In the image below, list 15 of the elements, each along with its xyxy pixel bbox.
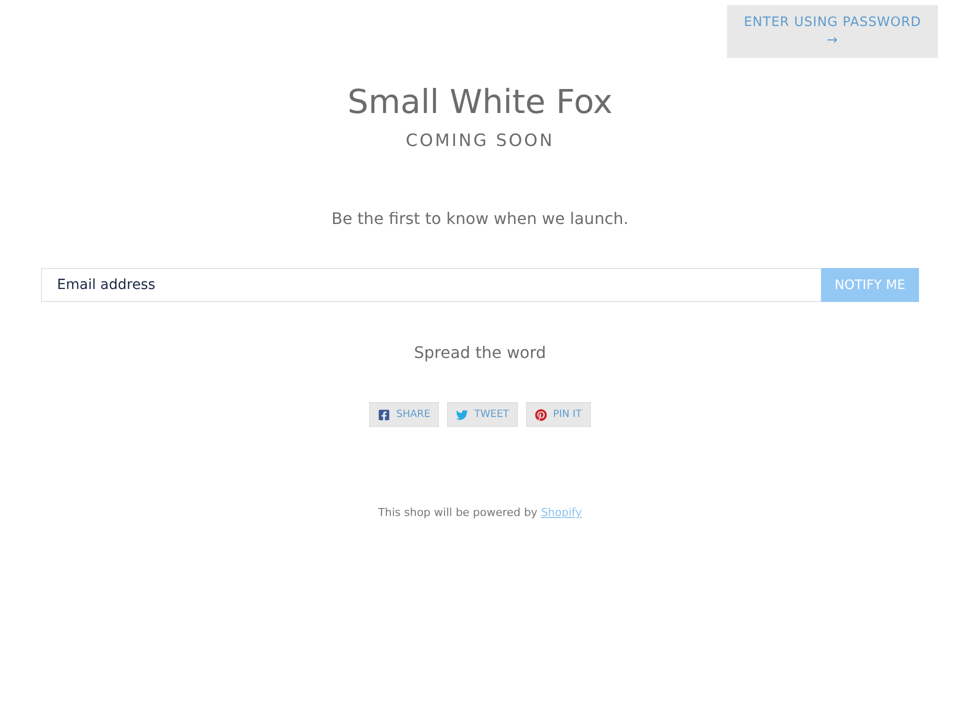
share-button[interactable]: PIN IT [526, 402, 591, 427]
password-button[interactable]: ENTER USING PASSWORD → [727, 5, 938, 58]
powered-by-text: This shop will be powered by Shopify [378, 506, 582, 519]
share-button[interactable]: TWEET [447, 402, 518, 427]
facebook-icon [378, 408, 390, 420]
coming-soon-subtitle: COMING SOON [406, 131, 554, 151]
bird-icon [456, 408, 468, 420]
email-field[interactable]: Email address [41, 268, 821, 302]
launch-message: Be the first to know when we launch. [332, 209, 628, 228]
share-button[interactable]: SHARE [369, 402, 440, 427]
share-heading: Spread the word [414, 343, 546, 362]
pinterest-icon [535, 408, 548, 420]
shop-title: Small White Fox [347, 82, 613, 121]
shopify-link[interactable]: Shopify [540, 506, 582, 519]
notify-button[interactable]: NOTIFY ME [821, 268, 919, 302]
